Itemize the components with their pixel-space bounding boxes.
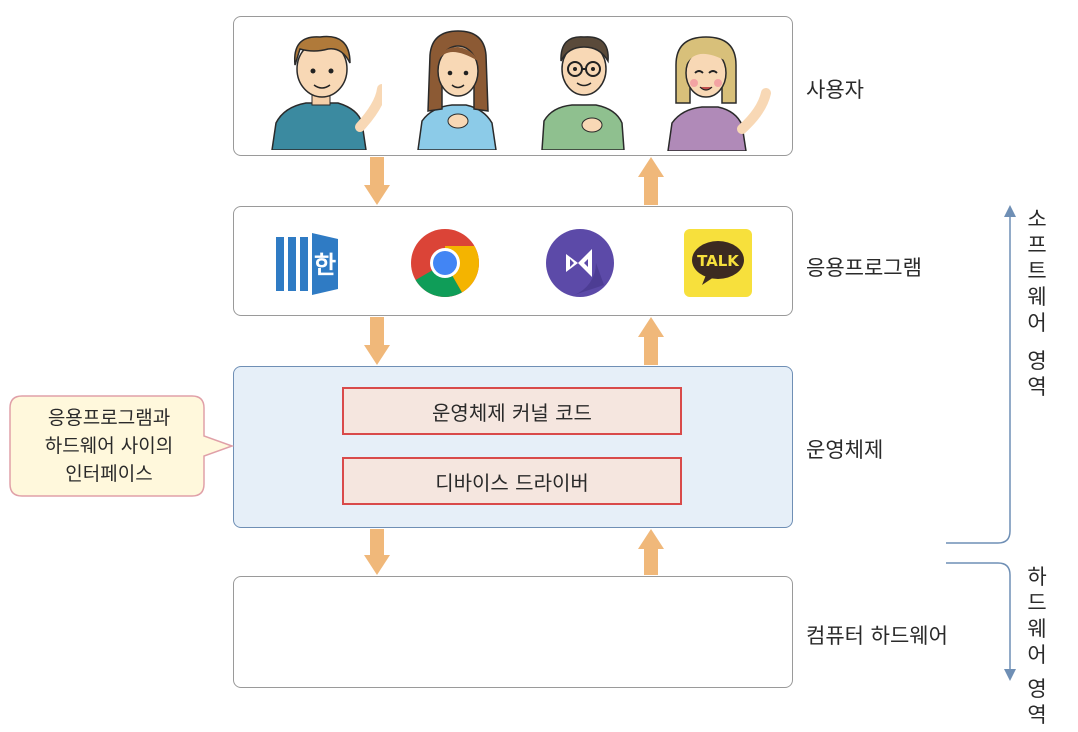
down-arrow-icon [364,157,390,205]
callout-line: 하드웨어 사이의 [44,435,174,457]
applications-layer: 한 TALK [233,206,793,316]
hardware-region-label-line1: 하드웨어 [1027,565,1047,667]
kakaotalk-icon-text: TALK [697,252,740,270]
hangul-icon: 한 [276,233,338,295]
users-layer [233,16,793,156]
software-region-label: 소프트웨어 영역 [1024,206,1050,400]
region-brackets [946,205,1016,681]
person-icon [667,36,771,151]
up-arrow-icon [638,529,664,575]
callout-text: 응용프로그램과 하드웨어 사이의 인터페이스 [14,396,204,496]
software-region-label-line1: 소프트웨어 [1027,207,1047,335]
os-layer-label: 운영체제 [806,438,884,462]
hardware-layer-label: 컴퓨터 하드웨어 [806,624,948,648]
up-arrow-icon [638,317,664,365]
kernel-code-box: 운영체제 커널 코드 [342,387,682,435]
up-arrow-icon [638,157,664,205]
person-icon [541,36,625,150]
visual-studio-icon [546,229,614,297]
device-driver-box: 디바이스 드라이버 [342,457,682,505]
users-layer-label: 사용자 [806,78,864,102]
chrome-icon [411,229,479,297]
applications-layer-label: 응용프로그램 [806,256,922,280]
person-icon [417,30,497,150]
callout-line: 응용프로그램과 [47,407,171,429]
hardware-region-label-line2: 영역 [1027,677,1047,727]
callout-line: 인터페이스 [65,463,153,485]
hardware-region-label: 하드웨어 영역 [1024,564,1050,728]
hardware-layer [233,576,793,688]
software-region-label-line2: 영역 [1027,349,1047,399]
person-icon [271,35,382,150]
down-arrow-icon [364,317,390,365]
kakaotalk-icon: TALK [684,229,752,297]
hangul-icon-text: 한 [314,251,336,279]
os-layer: 운영체제 커널 코드 디바이스 드라이버 [233,366,793,528]
down-arrow-icon [364,529,390,575]
